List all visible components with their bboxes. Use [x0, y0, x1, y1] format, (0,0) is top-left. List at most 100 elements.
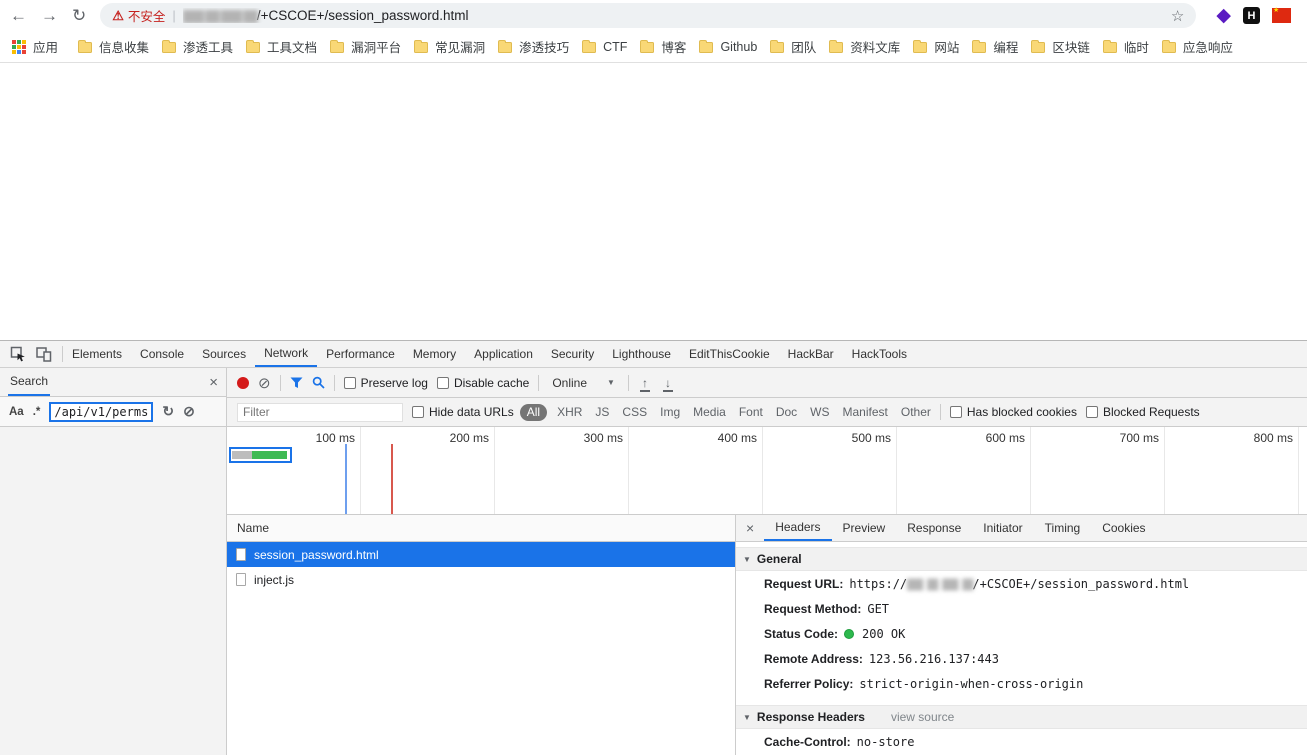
bookmark-folder-item[interactable]: 博客	[640, 37, 686, 56]
search-close-icon[interactable]: ×	[209, 374, 218, 391]
import-har-icon[interactable]: ↑	[638, 376, 652, 390]
preserve-log-label: Preserve log	[361, 376, 428, 390]
export-har-icon[interactable]: ↓	[661, 376, 675, 390]
folder-icon	[972, 42, 986, 53]
checkbox-icon	[412, 406, 424, 418]
type-filter-chip[interactable]: CSS	[622, 405, 647, 419]
network-toolbar: ⊘ Preserve log Disable cache	[227, 368, 1307, 398]
search-input[interactable]	[49, 402, 153, 422]
devtools-tab[interactable]: Elements	[63, 341, 131, 367]
purple-diamond-extension-icon[interactable]: ◆	[1216, 6, 1231, 25]
devtools-tab[interactable]: HackTools	[843, 341, 916, 367]
response-headers-section-header[interactable]: ▼ Response Headers view source	[736, 705, 1307, 729]
type-filter-chip[interactable]: JS	[595, 405, 609, 419]
bookmark-folder-item[interactable]: 网站	[913, 37, 959, 56]
bookmark-label: 区块链	[1052, 37, 1090, 56]
request-row[interactable]: session_password.html	[227, 542, 735, 567]
request-name: inject.js	[254, 573, 294, 587]
extension-icons: ◆ H	[1210, 6, 1297, 25]
details-tab[interactable]: Timing	[1034, 515, 1092, 541]
devtools-tab[interactable]: Security	[542, 341, 603, 367]
field-value: 123.56.216.137:443	[869, 652, 999, 666]
request-method-field: Request Method: GET	[736, 596, 1307, 621]
hide-data-urls-checkbox[interactable]: Hide data URLs	[412, 405, 514, 419]
type-filter-chip[interactable]: Manifest	[843, 405, 888, 419]
blocked-requests-checkbox[interactable]: Blocked Requests	[1086, 405, 1200, 419]
match-case-toggle[interactable]: Aa	[9, 406, 24, 418]
inspect-element-icon[interactable]	[10, 346, 26, 362]
disclosure-triangle-icon: ▼	[743, 713, 751, 722]
type-filter-chip[interactable]: Font	[739, 405, 763, 419]
search-refresh-icon[interactable]: ↻	[162, 403, 174, 420]
forward-icon[interactable]: →	[41, 7, 58, 24]
record-icon[interactable]	[237, 377, 249, 389]
devtools-tab[interactable]: Memory	[404, 341, 465, 367]
search-clear-icon[interactable]: ⊘	[183, 403, 195, 420]
type-filter-chip[interactable]: Img	[660, 405, 680, 419]
bookmark-folder-item[interactable]: Github	[699, 40, 757, 54]
network-search-icon[interactable]	[312, 376, 325, 389]
devtools-tab[interactable]: Console	[131, 341, 193, 367]
field-label: Cache-Control:	[764, 735, 851, 749]
throttling-dropdown[interactable]: Online ▼	[548, 376, 619, 390]
view-source-link[interactable]: view source	[891, 710, 954, 724]
address-bar[interactable]: ⚠ 不安全 | ███ ██ ███ ██/+CSCOE+/session_pa…	[100, 3, 1196, 28]
devtools-tab[interactable]: Sources	[193, 341, 255, 367]
filter-icon[interactable]	[290, 377, 303, 389]
bookmark-folder-item[interactable]: 临时	[1103, 37, 1149, 56]
folder-icon	[414, 42, 428, 53]
back-icon[interactable]: ←	[10, 7, 27, 24]
clear-network-log-icon[interactable]: ⊘	[258, 374, 271, 392]
bookmark-folder-item[interactable]: 常见漏洞	[414, 37, 485, 56]
type-filter-chip[interactable]: Media	[693, 405, 726, 419]
devtools-tab[interactable]: Application	[465, 341, 542, 367]
type-filter-chip[interactable]: All	[520, 404, 547, 421]
type-filter-chip[interactable]: Other	[901, 405, 931, 419]
bookmark-folder-item[interactable]: 渗透工具	[162, 37, 233, 56]
details-tab[interactable]: Response	[896, 515, 972, 541]
bookmark-folder-item[interactable]: 团队	[770, 37, 816, 56]
disable-cache-checkbox[interactable]: Disable cache	[437, 376, 529, 390]
bookmark-folder-item[interactable]: 信息收集	[78, 37, 149, 56]
bookmark-folder-item[interactable]: 资料文库	[829, 37, 900, 56]
apps-label: 应用	[33, 37, 58, 56]
close-details-icon[interactable]: ×	[736, 515, 764, 541]
has-blocked-cookies-checkbox[interactable]: Has blocked cookies	[950, 405, 1077, 419]
flag-extension-icon[interactable]	[1272, 8, 1291, 23]
bookmark-star-icon[interactable]: ☆	[1171, 7, 1184, 25]
not-secure-chip[interactable]: ⚠ 不安全	[112, 6, 165, 25]
bookmark-folder-item[interactable]: CTF	[582, 40, 627, 54]
details-tab[interactable]: Headers	[764, 515, 831, 541]
bookmark-folder-item[interactable]: 漏洞平台	[330, 37, 401, 56]
device-toolbar-icon[interactable]	[36, 346, 52, 362]
devtools-tab[interactable]: Performance	[317, 341, 404, 367]
devtools-tab[interactable]: Network	[255, 341, 317, 367]
details-tab[interactable]: Initiator	[972, 515, 1033, 541]
not-secure-label: 不安全	[128, 6, 166, 25]
bookmark-folder-item[interactable]: 应急响应	[1162, 37, 1233, 56]
type-filter-chip[interactable]: XHR	[557, 405, 582, 419]
general-section-header[interactable]: ▼ General	[736, 547, 1307, 571]
hackbar-extension-icon[interactable]: H	[1243, 7, 1260, 24]
network-overview-timeline[interactable]: 100 ms 200 ms 300 ms 400 ms 500 ms 600 m…	[227, 427, 1307, 515]
bookmark-folder-item[interactable]: 渗透技巧	[498, 37, 569, 56]
request-row[interactable]: inject.js	[227, 567, 735, 592]
devtools-tab[interactable]: HackBar	[779, 341, 843, 367]
filter-input[interactable]	[237, 403, 403, 422]
bookmark-folder-item[interactable]: 编程	[972, 37, 1018, 56]
devtools-tab[interactable]: EditThisCookie	[680, 341, 779, 367]
details-tab[interactable]: Preview	[832, 515, 897, 541]
name-column-header[interactable]: Name	[227, 515, 735, 542]
type-filter-chip[interactable]: Doc	[776, 405, 797, 419]
regex-toggle[interactable]: .*	[33, 406, 41, 418]
folder-icon	[330, 42, 344, 53]
type-filter-chip[interactable]: WS	[810, 405, 829, 419]
apps-shortcut[interactable]: 应用	[12, 37, 58, 56]
reload-icon[interactable]: ↻	[72, 7, 86, 24]
devtools-tab[interactable]: Lighthouse	[603, 341, 680, 367]
bookmark-folder-item[interactable]: 工具文档	[246, 37, 317, 56]
bookmark-folder-item[interactable]: 区块链	[1031, 37, 1090, 56]
preserve-log-checkbox[interactable]: Preserve log	[344, 376, 428, 390]
details-tab[interactable]: Cookies	[1091, 515, 1156, 541]
overview-selected-request-bar[interactable]	[229, 447, 292, 463]
